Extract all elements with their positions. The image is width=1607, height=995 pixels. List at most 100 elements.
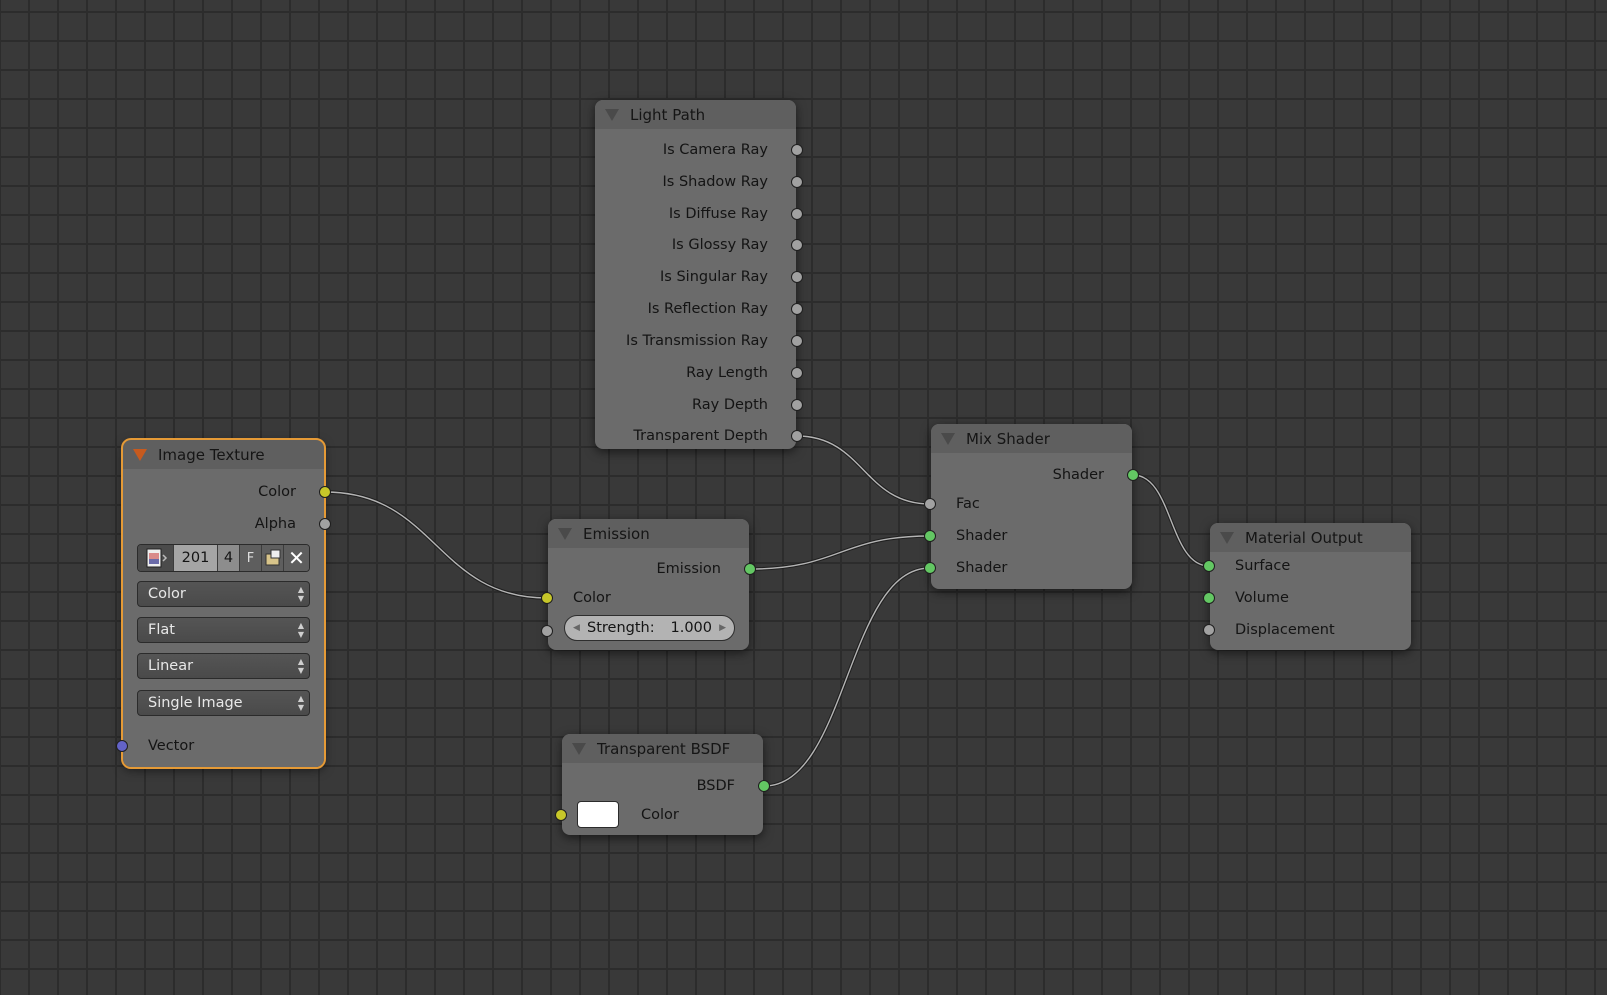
node-link[interactable] [763,567,931,787]
link-outline [324,490,548,600]
socket-output[interactable] [791,303,803,315]
socket-label: Is Transmission Ray [626,333,768,349]
output-shader: Shader [931,465,1139,485]
input-surface: Surface [1203,556,1411,576]
link-outline [749,534,931,571]
output-is-transmission-ray: Is Transmission Ray [595,331,803,351]
image-name-field[interactable]: 201 [174,545,218,571]
node-header[interactable]: Material Output [1210,523,1411,552]
collapse-triangle-icon[interactable] [605,108,619,121]
node-link[interactable] [324,491,548,599]
image-icon [146,548,167,568]
browse-image-button[interactable] [138,545,174,571]
node-link[interactable] [796,435,931,505]
socket-label: BSDF [696,778,735,794]
input-color: Color [541,588,749,608]
node-light-path[interactable]: Light Path Is Camera Ray Is Shadow Ray I… [595,100,803,449]
socket-volume-input[interactable] [1203,592,1215,604]
socket-label: Shader [956,528,1008,544]
output-color: Color [123,482,331,502]
image-datablock-selector: 201 4 F ✕ [137,544,310,572]
strength-field[interactable]: ◀ Strength: 1.000 ▶ [564,615,735,641]
output-ray-depth: Ray Depth [595,395,803,415]
increment-arrow-icon[interactable]: ▶ [719,616,726,640]
socket-label: Is Shadow Ray [662,174,769,190]
node-mix-shader[interactable]: Mix Shader Shader Fac Shader Shader [924,424,1139,589]
output-is-shadow-ray: Is Shadow Ray [595,172,803,192]
node-header[interactable]: Mix Shader [931,424,1132,453]
socket-output[interactable] [791,399,803,411]
output-transparent-depth: Transparent Depth [595,426,803,446]
socket-vector-input[interactable] [116,740,128,752]
socket-shader-input[interactable] [924,530,936,542]
socket-color-output[interactable] [319,486,331,498]
socket-bsdf-output[interactable] [758,780,770,792]
socket-label: Ray Depth [692,397,768,413]
collapse-triangle-icon[interactable] [1220,531,1234,544]
collapse-triangle-icon[interactable] [133,448,147,461]
dropdown-value: Color [148,586,186,602]
interpolation-dropdown[interactable]: Linear ▲ ▼ [137,653,310,679]
input-shader-2: Shader [924,558,1132,578]
node-emission[interactable]: Emission Emission Color ◀ Strength: 1.00… [541,519,756,650]
node-material-output[interactable]: Material Output Surface Volume Displacem… [1203,523,1411,650]
socket-output[interactable] [791,208,803,220]
image-users-count[interactable]: 4 [218,545,240,571]
dropdown-value: Single Image [148,695,243,711]
open-image-button[interactable] [262,545,284,571]
projection-dropdown[interactable]: Flat ▲ ▼ [137,617,310,643]
socket-label: Vector [148,738,195,754]
socket-displacement-input[interactable] [1203,624,1215,636]
node-transparent-bsdf[interactable]: Transparent BSDF BSDF Color [555,734,770,835]
socket-label: Volume [1235,590,1289,606]
node-image-texture[interactable]: Image Texture Color Alpha 201 4 F ✕ Colo… [116,438,331,769]
node-title: Transparent BSDF [597,739,731,758]
output-alpha: Alpha [123,514,331,534]
output-emission: Emission [548,559,756,579]
node-header[interactable]: Light Path [595,100,796,129]
node-link[interactable] [1132,474,1210,567]
color-swatch[interactable] [577,801,619,828]
node-title: Emission [583,524,650,543]
output-is-singular-ray: Is Singular Ray [595,267,803,287]
source-dropdown[interactable]: Single Image ▲ ▼ [137,690,310,716]
socket-color-input[interactable] [541,592,553,604]
color-space-dropdown[interactable]: Color ▲ ▼ [137,581,310,607]
socket-output[interactable] [791,271,803,283]
output-bsdf: BSDF [562,776,770,796]
socket-output[interactable] [791,176,803,188]
socket-label: Shader [956,560,1008,576]
socket-label: Displacement [1235,622,1335,638]
socket-strength-input[interactable] [541,625,553,637]
link-outline [1132,473,1210,568]
node-header[interactable]: Transparent BSDF [562,734,763,763]
socket-emission-output[interactable] [744,563,756,575]
socket-color-input[interactable] [555,809,567,821]
unlink-image-button[interactable]: ✕ [284,545,309,571]
node-link[interactable] [749,535,931,570]
socket-output[interactable] [791,367,803,379]
socket-shader-input[interactable] [924,562,936,574]
up-down-arrows-icon: ▲ ▼ [297,621,305,639]
node-header[interactable]: Image Texture [123,440,324,469]
node-title: Image Texture [158,445,265,464]
fake-user-toggle[interactable]: F [240,545,262,571]
node-header[interactable]: Emission [548,519,749,548]
collapse-triangle-icon[interactable] [572,742,586,755]
socket-output[interactable] [791,335,803,347]
link-outline [796,434,931,506]
socket-label: Color [258,484,296,500]
collapse-triangle-icon[interactable] [941,432,955,445]
decrement-arrow-icon[interactable]: ◀ [573,616,580,640]
socket-shader-output[interactable] [1127,469,1139,481]
socket-alpha-output[interactable] [319,518,331,530]
input-fac: Fac [924,494,1132,514]
socket-output[interactable] [791,144,803,156]
socket-output[interactable] [791,430,803,442]
collapse-triangle-icon[interactable] [558,527,572,540]
socket-output[interactable] [791,239,803,251]
socket-surface-input[interactable] [1203,560,1215,572]
socket-fac-input[interactable] [924,498,936,510]
dropdown-value: Flat [148,622,175,638]
input-color: Color [555,801,763,828]
